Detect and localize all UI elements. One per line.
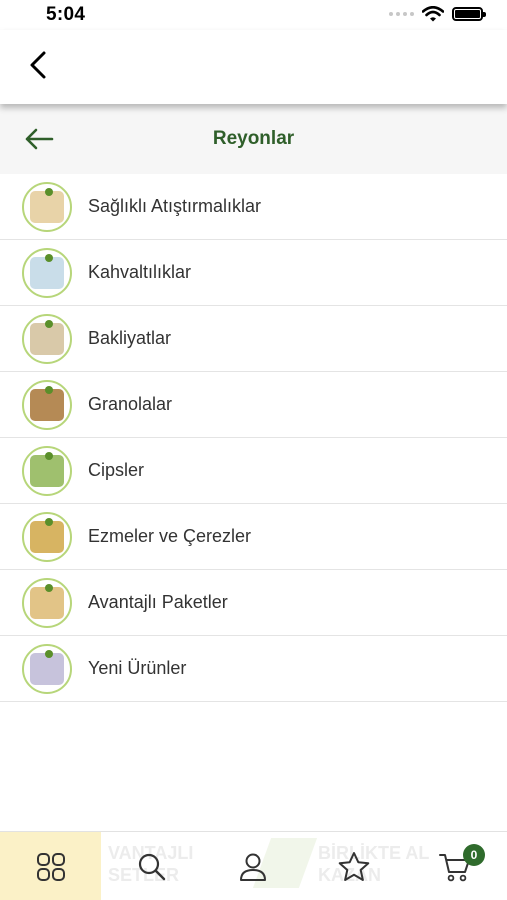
- category-thumbnail: [22, 445, 72, 496]
- category-item-kahvaltiliklar[interactable]: Kahvaltılıklar: [0, 240, 507, 306]
- brand-badge-icon: [45, 253, 53, 262]
- brand-badge-icon: [45, 319, 53, 328]
- battery-icon: [452, 7, 486, 21]
- category-thumbnail: [22, 313, 72, 364]
- category-thumbnail: [22, 643, 72, 694]
- categories-icon: [36, 852, 65, 881]
- category-label: Kahvaltılıklar: [88, 262, 192, 282]
- tab-cart[interactable]: 0: [404, 832, 505, 900]
- status-bar: 5:04: [0, 0, 507, 30]
- cellular-signal-icon: [389, 12, 414, 16]
- tab-categories[interactable]: [0, 832, 101, 900]
- profile-icon: [239, 853, 266, 881]
- cart-count-badge: 0: [463, 844, 485, 866]
- search-icon: [138, 853, 165, 880]
- back-chevron-icon[interactable]: [24, 50, 54, 80]
- tab-favorites[interactable]: [303, 832, 404, 900]
- tab-profile[interactable]: [202, 832, 303, 900]
- brand-badge-icon: [45, 517, 53, 526]
- bottom-tab-bar: VANTAJLI SETLER BİRLİKTE AL KAZAN 0: [0, 831, 507, 900]
- brand-badge-icon: [45, 583, 53, 592]
- category-thumbnail: [22, 511, 72, 562]
- brand-badge-icon: [45, 649, 53, 658]
- category-list: Sağlıklı Atıştırmalıklar Kahvaltılıklar …: [0, 174, 507, 702]
- category-thumbnail: [22, 181, 72, 232]
- favorites-icon: [338, 851, 369, 881]
- brand-badge-icon: [45, 451, 53, 460]
- category-item-granolalar[interactable]: Granolalar: [0, 372, 507, 438]
- status-time: 5:04: [46, 4, 86, 25]
- section-header: Reyonlar: [0, 104, 507, 174]
- category-label: Bakliyatlar: [88, 328, 172, 348]
- category-item-cipsler[interactable]: Cipsler: [0, 438, 507, 504]
- category-thumbnail: [22, 577, 72, 628]
- category-label: Sağlıklı Atıştırmalıklar: [88, 196, 262, 216]
- category-item-avantajli-paketler[interactable]: Avantajlı Paketler: [0, 570, 507, 636]
- status-indicators: [389, 6, 486, 22]
- top-navigation-bar: [0, 30, 507, 104]
- brand-badge-icon: [45, 385, 53, 394]
- category-item-yeni-urunler[interactable]: Yeni Ürünler: [0, 636, 507, 702]
- category-label: Ezmeler ve Çerezler: [88, 526, 252, 546]
- category-label: Cipsler: [88, 460, 145, 480]
- category-label: Granolalar: [88, 394, 173, 414]
- category-item-ezmeler-ve-cerezler[interactable]: Ezmeler ve Çerezler: [0, 504, 507, 570]
- category-label: Avantajlı Paketler: [88, 592, 228, 612]
- category-thumbnail: [22, 379, 72, 430]
- category-item-saglikli-atistirmaliklar[interactable]: Sağlıklı Atıştırmalıklar: [0, 174, 507, 240]
- brand-badge-icon: [45, 187, 53, 196]
- page-title: Reyonlar: [212, 128, 295, 149]
- category-label: Yeni Ürünler: [88, 658, 187, 678]
- category-thumbnail: [22, 247, 72, 298]
- category-item-bakliyatlar[interactable]: Bakliyatlar: [0, 306, 507, 372]
- tab-search[interactable]: [101, 832, 202, 900]
- wifi-icon: [422, 6, 444, 22]
